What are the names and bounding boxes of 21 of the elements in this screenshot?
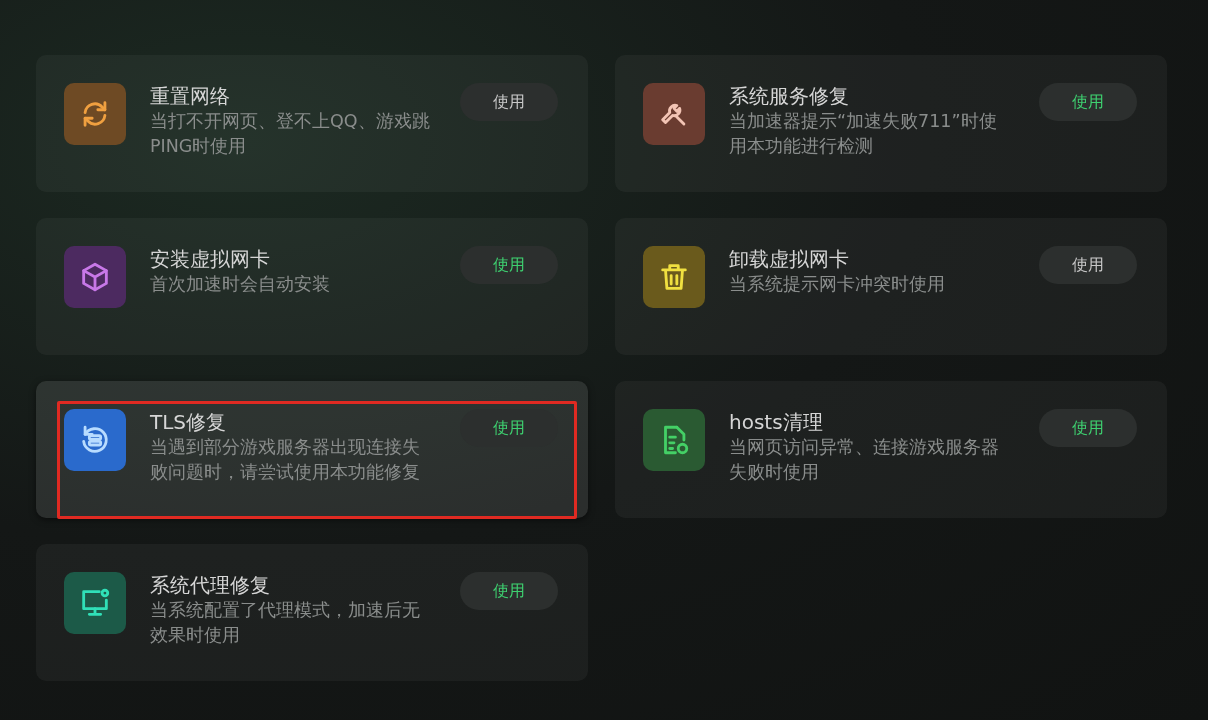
tool-description: 首次加速时会自动安装 <box>150 273 331 296</box>
tool-description: 当加速器提示“加速失败711”时使用本功能进行检测 <box>729 110 998 158</box>
use-button[interactable]: 使用 <box>1039 83 1137 121</box>
tool-title: 重置网络 <box>150 83 231 109</box>
tool-title: hosts清理 <box>729 409 824 435</box>
use-button[interactable]: 使用 <box>460 572 558 610</box>
tool-title: 卸载虚拟网卡 <box>729 246 850 272</box>
tool-title: TLS修复 <box>150 409 228 435</box>
tool-title: 系统服务修复 <box>729 83 850 109</box>
use-button[interactable]: 使用 <box>1039 409 1137 447</box>
use-button[interactable]: 使用 <box>460 246 558 284</box>
use-button[interactable]: 使用 <box>460 409 558 447</box>
tool-description: 当遇到部分游戏服务器出现连接失败问题时，请尝试使用本功能修复 <box>150 436 421 484</box>
tool-title: 系统代理修复 <box>150 572 271 598</box>
use-button[interactable]: 使用 <box>1039 246 1137 284</box>
tool-description: 当打不开网页、登不上QQ、游戏跳PING时使用 <box>150 110 431 158</box>
tool-description: 当系统提示网卡冲突时使用 <box>729 273 946 296</box>
tool-description: 当网页访问异常、连接游戏服务器失败时使用 <box>729 436 1000 484</box>
tool-description: 当系统配置了代理模式，加速后无效果时使用 <box>150 599 421 647</box>
tool-title: 安装虚拟网卡 <box>150 246 271 272</box>
use-button[interactable]: 使用 <box>460 83 558 121</box>
